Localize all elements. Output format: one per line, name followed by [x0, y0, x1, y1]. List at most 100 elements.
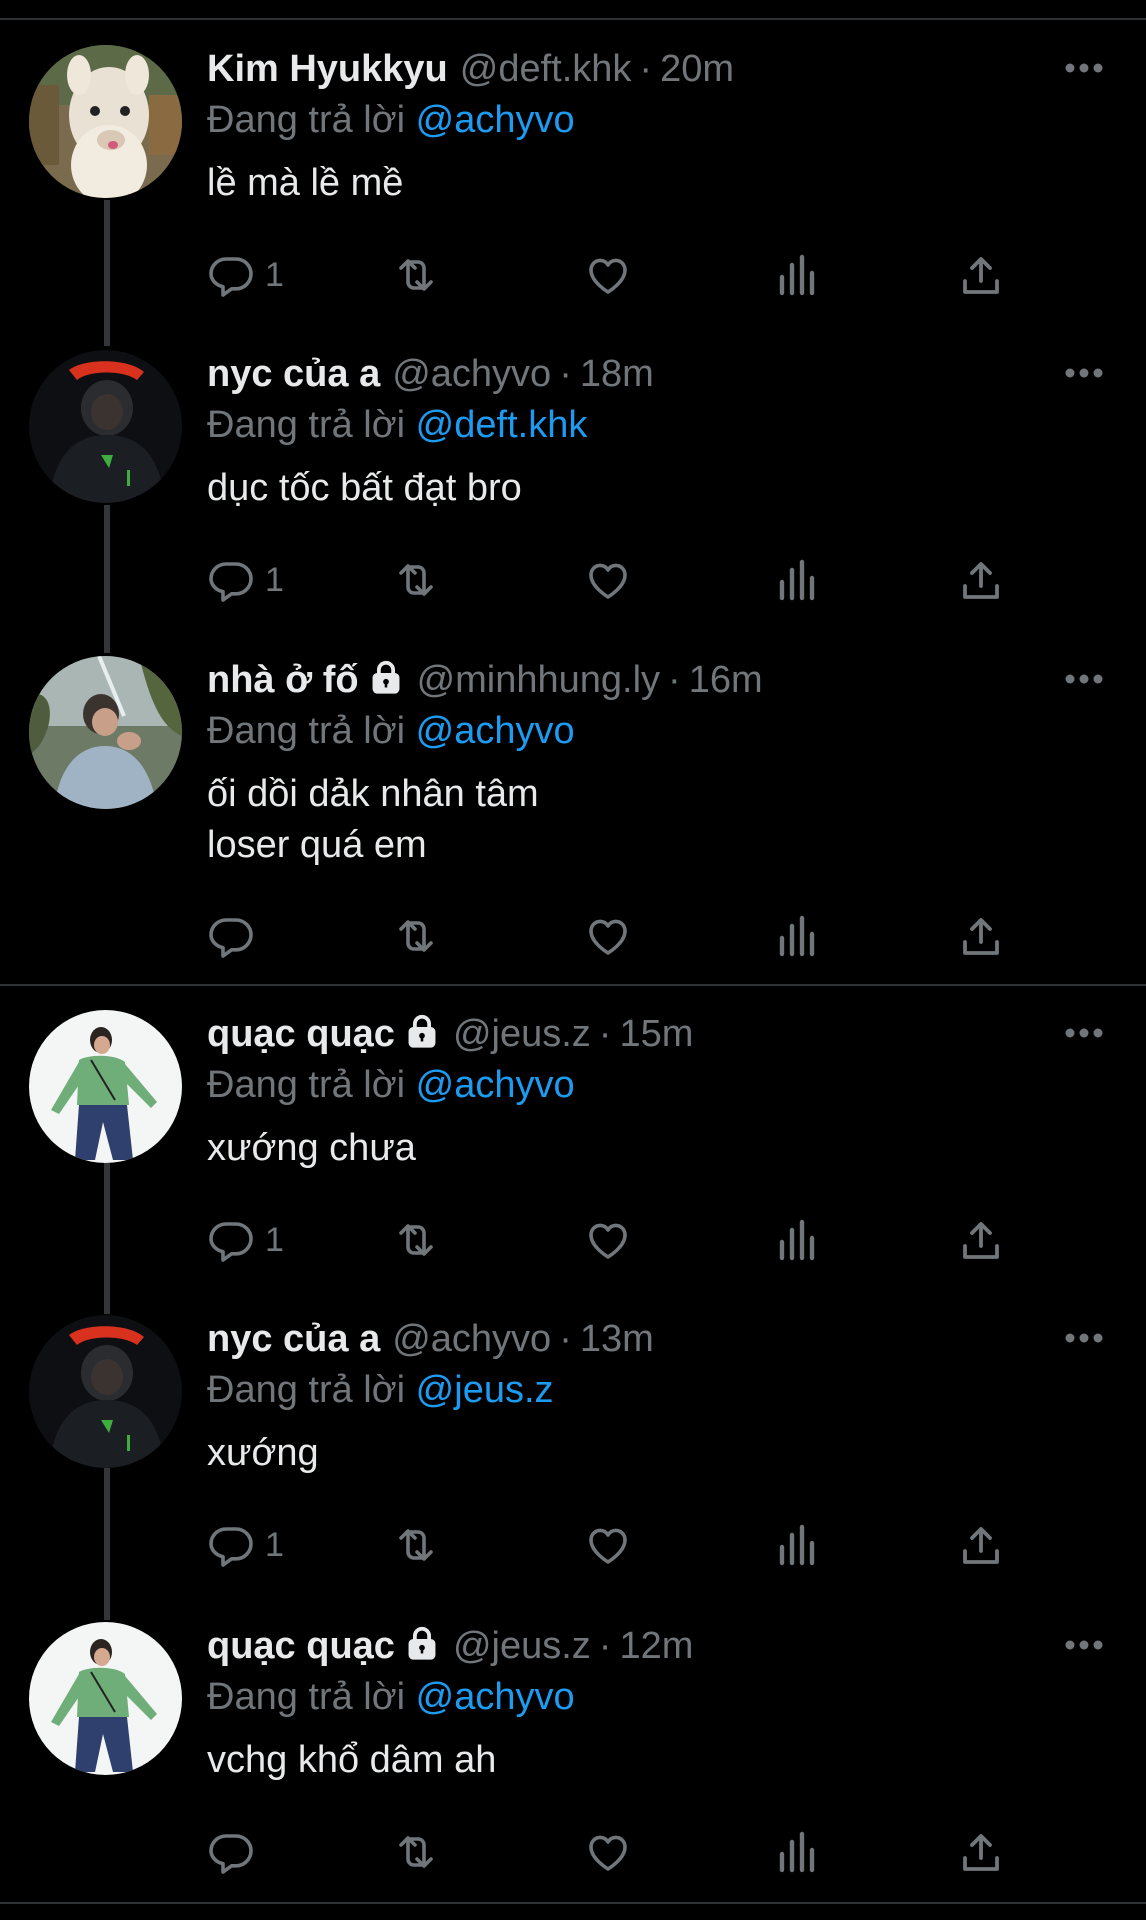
share-icon — [959, 1216, 1003, 1264]
retweet-button[interactable] — [391, 250, 441, 300]
retweet-icon — [391, 1828, 441, 1876]
reply-button[interactable] — [207, 911, 265, 961]
share-button[interactable] — [959, 1827, 1003, 1877]
mention-link[interactable]: @achyvo — [416, 99, 575, 141]
replying-to-label: Đang trả lời — [207, 1676, 406, 1718]
avatar-outdoor-photo[interactable] — [29, 656, 182, 809]
tweet-text: dục tốc bất đạt bro — [207, 467, 522, 509]
user-handle[interactable]: @achyvo — [392, 1318, 551, 1360]
like-button[interactable] — [584, 911, 632, 961]
avatar-dark-hoodie[interactable] — [29, 1315, 182, 1468]
avatar-green-jacket[interactable] — [29, 1622, 182, 1775]
share-button[interactable] — [959, 1520, 1003, 1570]
reply-icon — [207, 1216, 255, 1264]
like-button[interactable] — [584, 1215, 632, 1265]
retweet-button[interactable] — [391, 555, 441, 605]
avatar-alpaca[interactable] — [29, 45, 182, 198]
display-name[interactable]: quạc quạc — [207, 1625, 395, 1667]
mention-link[interactable]: @achyvo — [416, 1064, 575, 1106]
like-icon — [584, 912, 632, 960]
more-icon[interactable] — [1064, 672, 1104, 686]
mention-link[interactable]: @jeus.z — [416, 1369, 554, 1411]
timestamp[interactable]: 15m — [619, 1013, 693, 1055]
views-button[interactable] — [776, 555, 820, 605]
views-icon — [776, 912, 820, 960]
reply-icon — [207, 556, 255, 604]
action-bar: 1 — [207, 250, 1007, 300]
like-button[interactable] — [584, 1520, 632, 1570]
user-handle[interactable]: @jeus.z — [453, 1013, 591, 1055]
timestamp[interactable]: 18m — [580, 353, 654, 395]
tweet-text: ối dồi dảk nhân tâm loser quá em — [207, 773, 539, 866]
mention-link[interactable]: @deft.khk — [416, 404, 588, 446]
user-handle[interactable]: @deft.khk — [460, 48, 632, 90]
more-icon[interactable] — [1064, 366, 1104, 380]
share-button[interactable] — [959, 911, 1003, 961]
mention-link[interactable]: @achyvo — [416, 710, 575, 752]
timestamp[interactable]: 20m — [660, 48, 734, 90]
reply-button[interactable]: 1 — [207, 555, 284, 605]
lock-icon — [367, 658, 405, 706]
share-button[interactable] — [959, 1215, 1003, 1265]
like-button[interactable] — [584, 250, 632, 300]
more-icon[interactable] — [1064, 61, 1104, 75]
replying-to-label: Đang trả lời — [207, 1064, 406, 1106]
views-button[interactable] — [776, 1215, 820, 1265]
avatar-dark-hoodie[interactable] — [29, 350, 182, 503]
display-name[interactable]: Kim Hyukkyu — [207, 48, 448, 90]
reply-icon — [207, 1828, 255, 1876]
retweet-button[interactable] — [391, 1215, 441, 1265]
more-icon[interactable] — [1064, 1331, 1104, 1345]
retweet-button[interactable] — [391, 1520, 441, 1570]
display-name[interactable]: quạc quạc — [207, 1013, 395, 1055]
tweet-text: vchg khổ dâm ah — [207, 1739, 497, 1781]
share-icon — [959, 912, 1003, 960]
lock-icon — [403, 1624, 441, 1672]
reply-button[interactable]: 1 — [207, 1520, 284, 1570]
display-name[interactable]: nyc của a — [207, 353, 380, 395]
share-button[interactable] — [959, 555, 1003, 605]
replying-to: Đang trả lời @achyvo — [207, 1675, 575, 1719]
mention-link[interactable]: @achyvo — [416, 1676, 575, 1718]
timestamp[interactable]: 13m — [580, 1318, 654, 1360]
timestamp[interactable]: 12m — [619, 1625, 693, 1667]
reply-button[interactable]: 1 — [207, 1215, 284, 1265]
views-button[interactable] — [776, 1827, 820, 1877]
replying-to-label: Đang trả lời — [207, 710, 406, 752]
share-button[interactable] — [959, 250, 1003, 300]
lock-icon — [403, 1012, 441, 1060]
retweet-icon — [391, 912, 441, 960]
bottom-divider — [0, 1902, 1146, 1904]
views-icon — [776, 1521, 820, 1569]
tweet-text: xướng — [207, 1432, 319, 1474]
user-handle[interactable]: @jeus.z — [453, 1625, 591, 1667]
views-icon — [776, 1216, 820, 1264]
tweet-header: quạc quạc @jeus.z · 15m — [207, 1012, 693, 1056]
views-button[interactable] — [776, 911, 820, 961]
like-icon — [584, 1828, 632, 1876]
reply-button[interactable]: 1 — [207, 250, 284, 300]
share-icon — [959, 251, 1003, 299]
retweet-button[interactable] — [391, 911, 441, 961]
reply-button[interactable] — [207, 1827, 265, 1877]
more-icon[interactable] — [1064, 1026, 1104, 1040]
thread-line — [104, 200, 110, 346]
display-name[interactable]: nyc của a — [207, 1318, 380, 1360]
timestamp[interactable]: 16m — [689, 659, 763, 701]
like-icon — [584, 251, 632, 299]
retweet-button[interactable] — [391, 1827, 441, 1877]
like-button[interactable] — [584, 555, 632, 605]
display-name[interactable]: nhà ở fố — [207, 659, 359, 701]
replying-to: Đang trả lời @jeus.z — [207, 1368, 554, 1412]
more-icon[interactable] — [1064, 1638, 1104, 1652]
retweet-icon — [391, 1521, 441, 1569]
tweet-header: quạc quạc @jeus.z · 12m — [207, 1624, 693, 1668]
avatar-green-jacket[interactable] — [29, 1010, 182, 1163]
user-handle[interactable]: @minhhung.ly — [417, 659, 660, 701]
replying-to-label: Đang trả lời — [207, 404, 406, 446]
like-button[interactable] — [584, 1827, 632, 1877]
top-divider — [0, 18, 1146, 20]
views-button[interactable] — [776, 250, 820, 300]
user-handle[interactable]: @achyvo — [392, 353, 551, 395]
views-button[interactable] — [776, 1520, 820, 1570]
